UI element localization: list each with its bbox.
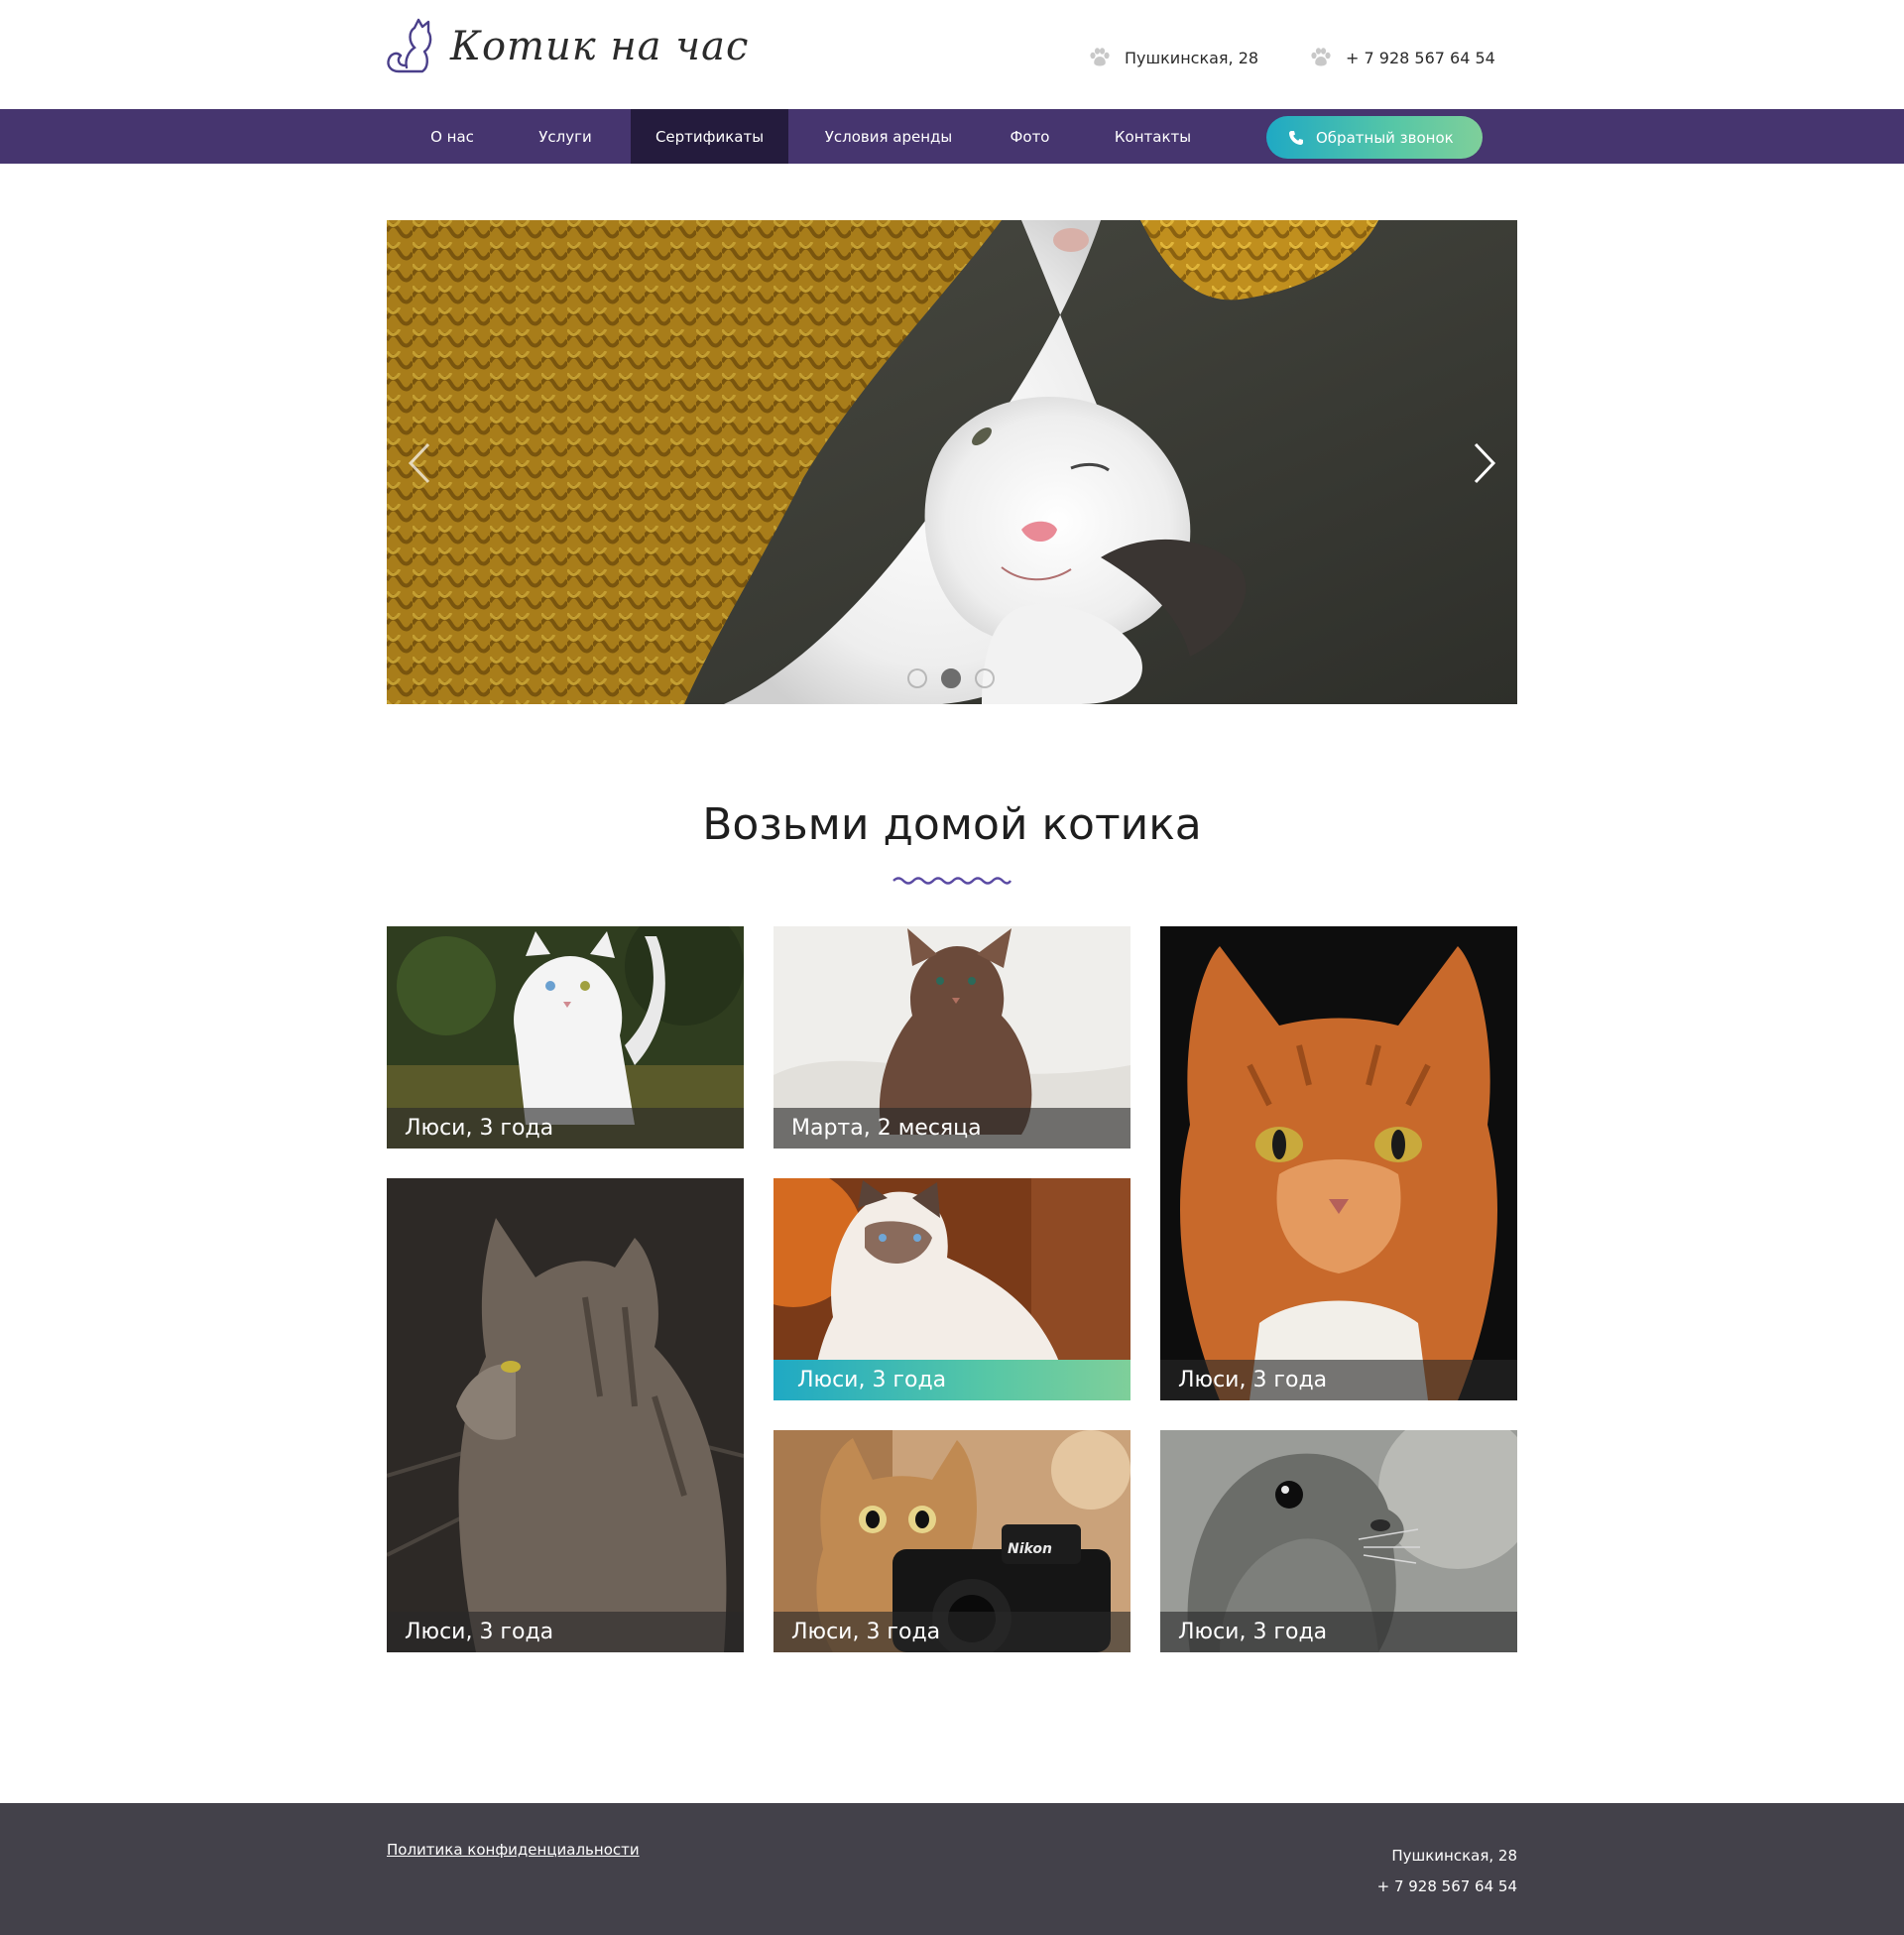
paw-icon [1311,48,1331,66]
cat-card-caption: Люси, 3 года [387,1612,744,1652]
cat-card[interactable]: Люси, 3 года [774,1178,1130,1400]
footer-phone[interactable]: + 7 928 567 64 54 [1377,1872,1517,1902]
cat-logo-icon [387,18,432,73]
nav-items: О нас Услуги Сертификаты Условия аренды … [405,109,1235,164]
callback-button[interactable]: Обратный звонок [1266,116,1483,159]
site-footer: Политика конфиденциальности Пушкинская, … [0,1803,1904,1935]
slider-prev-button[interactable] [405,438,434,488]
chevron-right-icon [1474,442,1496,484]
nav-item-about[interactable]: О нас [405,109,500,164]
logo-text: Котик на час [450,24,750,69]
slider-dots [907,668,1009,688]
title-wave-divider [892,877,1012,885]
slider-photo [387,220,1517,704]
cat-card-caption: Люси, 3 года [774,1360,1130,1400]
cat-card-caption: Люси, 3 года [1160,1612,1517,1652]
logo[interactable]: Котик на час [385,18,749,75]
cat-photo [387,1178,744,1652]
cat-card-caption: Марта, 2 месяца [774,1108,1130,1149]
nav-item-rental-terms[interactable]: Условия аренды [788,109,989,164]
header-address: Пушкинская, 28 [1089,48,1258,67]
cat-card[interactable]: Люси, 3 года [1160,1430,1517,1652]
phone-icon [1289,130,1303,145]
cat-card[interactable]: Люси, 3 года [1160,926,1517,1400]
svg-text:Nikon: Nikon [1008,1541,1052,1557]
paw-icon [1090,48,1110,66]
header-address-text: Пушкинская, 28 [1125,48,1259,67]
privacy-policy-link[interactable]: Политика конфиденциальности [387,1841,640,1859]
cat-card[interactable]: Nikon Люси, 3 года [774,1430,1130,1652]
slider-next-button[interactable] [1470,438,1499,488]
slider-dot-2[interactable] [941,668,961,688]
cat-card-caption: Люси, 3 года [1160,1360,1517,1400]
cat-card-caption: Люси, 3 года [774,1612,1130,1652]
cat-card[interactable]: Люси, 3 года [387,1178,744,1652]
main-nav: О нас Услуги Сертификаты Условия аренды … [0,109,1904,164]
slider-dot-3[interactable] [975,668,995,688]
header-phone-text: + 7 928 567 64 54 [1346,48,1495,67]
cat-card[interactable]: Марта, 2 месяца [774,926,1130,1149]
callback-button-label: Обратный звонок [1316,128,1454,147]
slider-dot-1[interactable] [907,668,927,688]
nav-item-certificates[interactable]: Сертификаты [631,109,788,164]
nav-item-photo[interactable]: Фото [989,109,1071,164]
hero-slider [387,220,1517,704]
cat-card-caption: Люси, 3 года [387,1108,744,1149]
nav-item-contacts[interactable]: Контакты [1071,109,1235,164]
footer-address: Пушкинская, 28 [1391,1847,1517,1865]
section-title: Возьми домой котика [702,799,1202,850]
cat-card[interactable]: Люси, 3 года [387,926,744,1149]
chevron-left-icon [408,442,430,484]
cat-photo [1160,926,1517,1400]
footer-contacts: Пушкинская, 28 + 7 928 567 64 54 [1377,1841,1517,1902]
site-header: Котик на час Пушкинская, 28 + 7 928 567 … [0,0,1904,109]
nav-item-services[interactable]: Услуги [500,109,631,164]
header-phone[interactable]: + 7 928 567 64 54 [1310,48,1495,67]
